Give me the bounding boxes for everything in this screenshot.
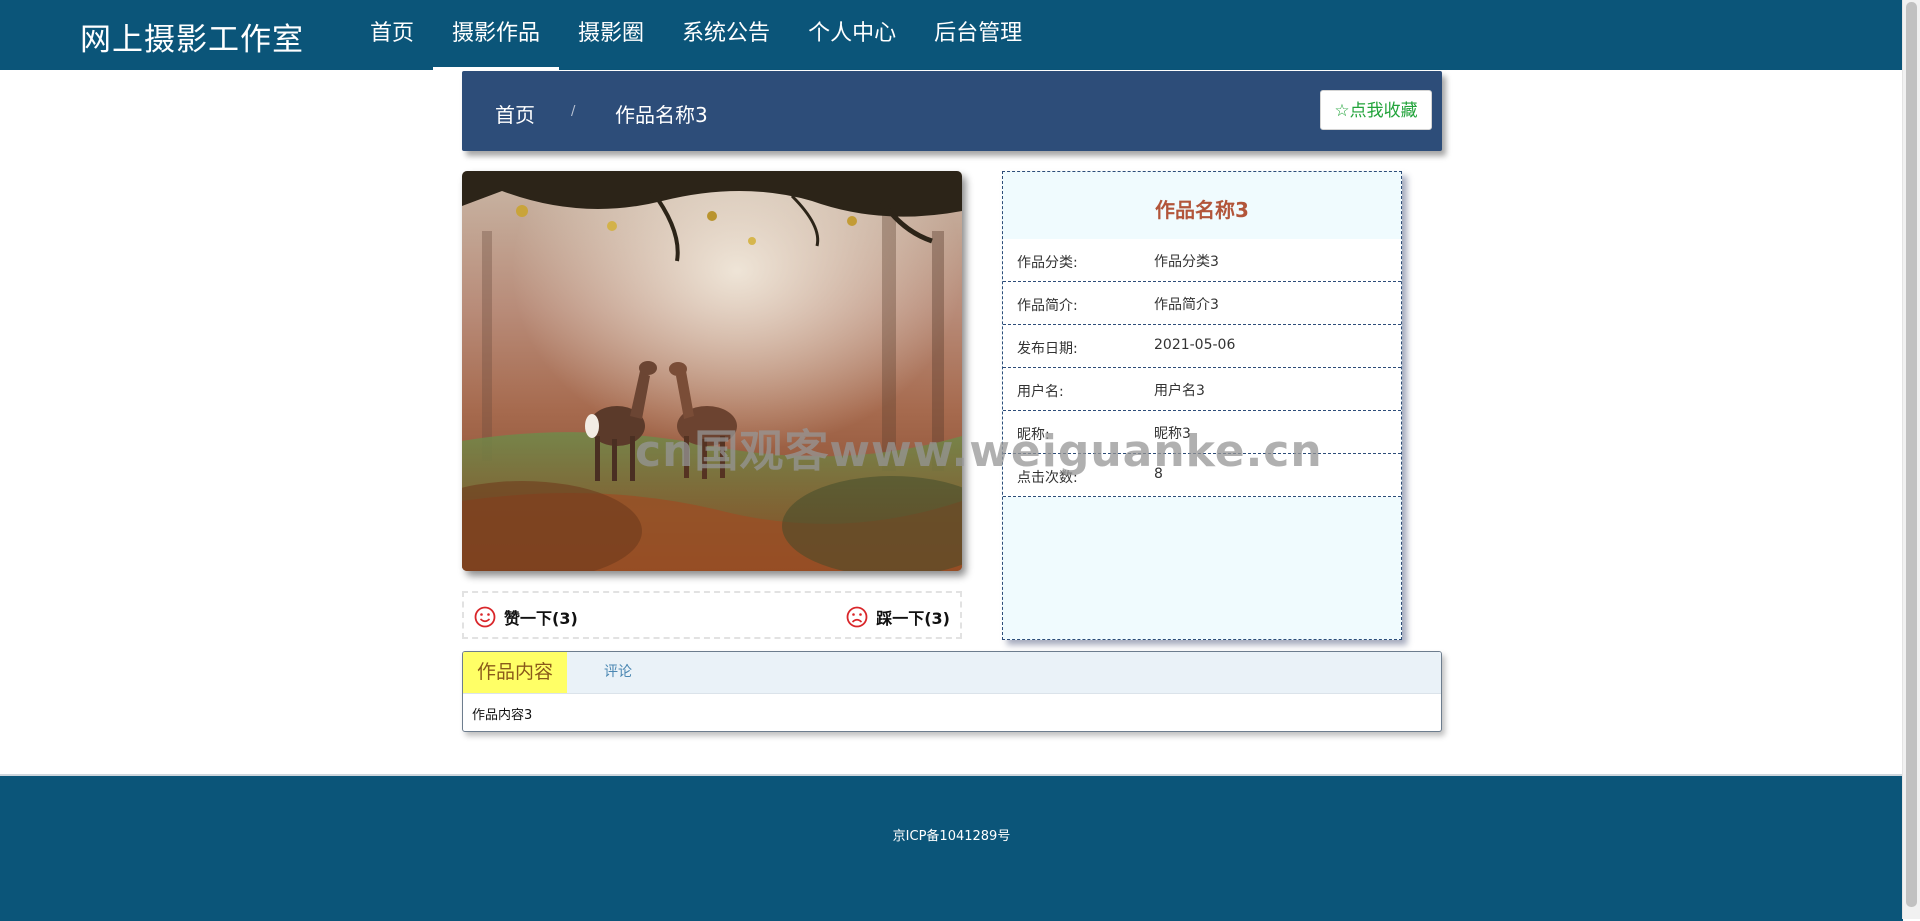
tab-header: 作品内容 评论 [463, 652, 1441, 694]
nav-item-admin[interactable]: 后台管理 [915, 0, 1041, 70]
top-navbar: 网上摄影工作室 首页 摄影作品 摄影圈 系统公告 个人中心 后台管理 [0, 0, 1903, 70]
info-key: 作品简介: [1017, 298, 1078, 314]
favorite-button-label: 点我收藏 [1349, 101, 1418, 121]
info-row-publish-date: 发布日期: 2021-05-06 [1003, 325, 1401, 368]
vote-bar: 赞一下(3) 踩一下(3) [462, 591, 962, 639]
favorite-button[interactable]: ☆点我收藏 [1320, 90, 1432, 130]
info-value: 昵称3 [1154, 426, 1191, 442]
dislike-label: 踩一下(3) [876, 609, 950, 628]
work-info-table: 作品分类: 作品分类3 作品简介: 作品简介3 发布日期: 2021-05-06… [1003, 239, 1401, 497]
info-value: 2021-05-06 [1154, 337, 1236, 353]
footer-icp: 京ICP备1041289号 [892, 829, 1011, 844]
site-brand[interactable]: 网上摄影工作室 [80, 14, 304, 59]
breadcrumb: 首页 / 作品名称3 ☆点我收藏 [462, 71, 1442, 151]
star-outline-icon: ☆ [1334, 101, 1350, 121]
nav-item-home[interactable]: 首页 [351, 0, 433, 70]
info-key: 作品分类: [1017, 255, 1078, 271]
breadcrumb-home-link[interactable]: 首页 [495, 99, 535, 128]
nav-item-works[interactable]: 摄影作品 [433, 0, 560, 70]
breadcrumb-current: 作品名称3 [615, 103, 708, 127]
nav-item-announcements[interactable]: 系统公告 [663, 0, 789, 70]
page-footer: 京ICP备1041289号 [0, 774, 1903, 921]
scrollbar-thumb[interactable] [1906, 2, 1917, 907]
page-scrollbar[interactable] [1902, 0, 1920, 919]
info-row-username: 用户名: 用户名3 [1003, 368, 1401, 411]
info-value: 用户名3 [1154, 383, 1205, 399]
nav-item-circle[interactable]: 摄影圈 [559, 0, 663, 70]
work-photo [462, 171, 962, 571]
info-key: 用户名: [1017, 384, 1064, 400]
info-key: 昵称: [1017, 427, 1050, 443]
main-nav: 首页 摄影作品 摄影圈 系统公告 个人中心 后台管理 [351, 0, 1041, 70]
info-value: 8 [1154, 466, 1163, 482]
work-title: 作品名称3 [1155, 198, 1249, 222]
info-row-nickname: 昵称: 昵称3 [1003, 411, 1401, 454]
like-button[interactable]: 赞一下(3) [474, 605, 578, 629]
tab-content-body: 作品内容3 [472, 708, 533, 723]
dislike-button[interactable]: 踩一下(3) [846, 605, 950, 629]
smile-icon [474, 606, 496, 628]
work-tabs: 作品内容 评论 作品内容3 [462, 651, 1442, 732]
info-value: 作品简介3 [1154, 297, 1219, 313]
breadcrumb-separator: / [571, 104, 576, 119]
nav-item-profile[interactable]: 个人中心 [789, 0, 915, 70]
info-row-summary: 作品简介: 作品简介3 [1003, 282, 1401, 325]
tab-comments[interactable]: 评论 [604, 652, 632, 693]
tab-work-content[interactable]: 作品内容 [463, 652, 567, 693]
work-info-panel: 作品名称3 作品分类: 作品分类3 作品简介: 作品简介3 发布日期: 2021… [1002, 171, 1402, 640]
info-row-category: 作品分类: 作品分类3 [1003, 239, 1401, 282]
frown-icon [846, 606, 868, 628]
like-label: 赞一下(3) [504, 609, 578, 628]
info-value: 作品分类3 [1154, 254, 1219, 270]
deer-photo-image [462, 171, 962, 571]
info-key: 发布日期: [1017, 341, 1078, 357]
info-row-click-count: 点击次数: 8 [1003, 454, 1401, 497]
info-key: 点击次数: [1017, 470, 1078, 486]
